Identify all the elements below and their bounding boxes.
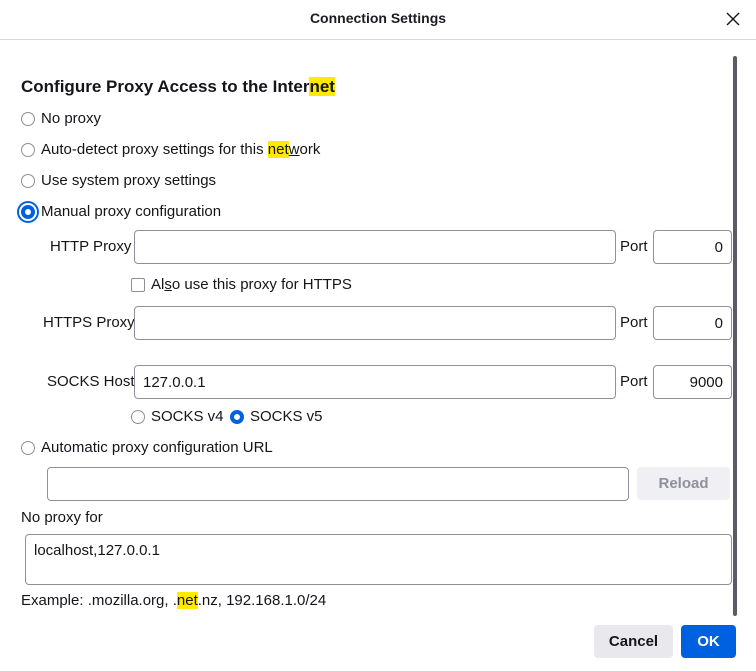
no-proxy-for-textarea[interactable]: localhost,127.0.0.1 bbox=[25, 534, 732, 585]
socks-v4-label: SOCKS v4 bbox=[151, 408, 224, 425]
https-proxy-input[interactable] bbox=[134, 306, 616, 340]
use-system-label: Use system proxy settings bbox=[41, 172, 217, 189]
socks-v5-label: SOCKS v5 bbox=[250, 408, 323, 425]
http-proxy-input[interactable] bbox=[134, 230, 616, 264]
http-port-label: Port bbox=[620, 238, 648, 255]
reload-button[interactable]: Reload bbox=[637, 467, 730, 500]
auto-detect-option[interactable]: Auto-detect proxy settings for this netw… bbox=[21, 141, 320, 158]
manual-proxy-label: Manual proxy configuration bbox=[41, 203, 222, 220]
no-proxy-option[interactable]: No proxy bbox=[21, 110, 101, 127]
socks-host-label: SOCKS Host bbox=[47, 373, 135, 390]
auto-config-url-option[interactable]: Automatic proxy configuration URL bbox=[21, 439, 273, 456]
https-port-input[interactable] bbox=[653, 306, 732, 340]
no-proxy-label: No proxy bbox=[41, 110, 102, 127]
also-https-checkbox[interactable] bbox=[131, 277, 145, 292]
auto-config-url-label: Automatic proxy configuration URL bbox=[41, 439, 273, 456]
http-port-input[interactable] bbox=[653, 230, 732, 264]
also-https-label: Also use this proxy for HTTPS bbox=[151, 276, 352, 293]
socks-v4-option[interactable]: SOCKS v4 bbox=[131, 408, 224, 425]
socks-port-label: Port bbox=[620, 373, 648, 390]
auto-detect-label: Auto-detect proxy settings for this netw… bbox=[41, 141, 321, 158]
close-icon bbox=[726, 12, 740, 26]
dialog-titlebar: Connection Settings bbox=[0, 0, 756, 40]
socks-v5-option[interactable]: SOCKS v5 bbox=[230, 408, 323, 425]
manual-proxy-option[interactable]: Manual proxy configuration bbox=[21, 203, 221, 220]
socks-port-input[interactable] bbox=[653, 365, 732, 399]
dialog-title: Connection Settings bbox=[309, 10, 447, 26]
auto-detect-radio[interactable] bbox=[21, 142, 35, 157]
socks-v5-radio[interactable] bbox=[230, 409, 244, 424]
scrollbar[interactable] bbox=[733, 56, 737, 616]
example-text: Example: .mozilla.org, .net.nz, 192.168.… bbox=[21, 592, 327, 609]
use-system-option[interactable]: Use system proxy settings bbox=[21, 172, 216, 189]
auto-config-url-radio[interactable] bbox=[21, 440, 35, 455]
auto-config-url-input[interactable] bbox=[47, 467, 629, 501]
close-button[interactable] bbox=[722, 8, 744, 30]
no-proxy-for-label: No proxy for bbox=[21, 509, 103, 526]
https-proxy-label: HTTPS Proxy bbox=[43, 314, 135, 331]
https-port-label: Port bbox=[620, 314, 648, 331]
section-heading: Configure Proxy Access to the Internet bbox=[21, 77, 335, 96]
manual-proxy-radio[interactable] bbox=[21, 204, 35, 219]
socks-host-input[interactable] bbox=[134, 365, 616, 399]
socks-v4-radio[interactable] bbox=[131, 409, 145, 424]
use-system-radio[interactable] bbox=[21, 173, 35, 188]
no-proxy-radio[interactable] bbox=[21, 111, 35, 126]
also-https-option[interactable]: Also use this proxy for HTTPS bbox=[131, 276, 352, 293]
cancel-button[interactable]: Cancel bbox=[594, 625, 673, 658]
http-proxy-label: HTTP Proxy bbox=[50, 238, 132, 255]
ok-button[interactable]: OK bbox=[681, 625, 736, 658]
